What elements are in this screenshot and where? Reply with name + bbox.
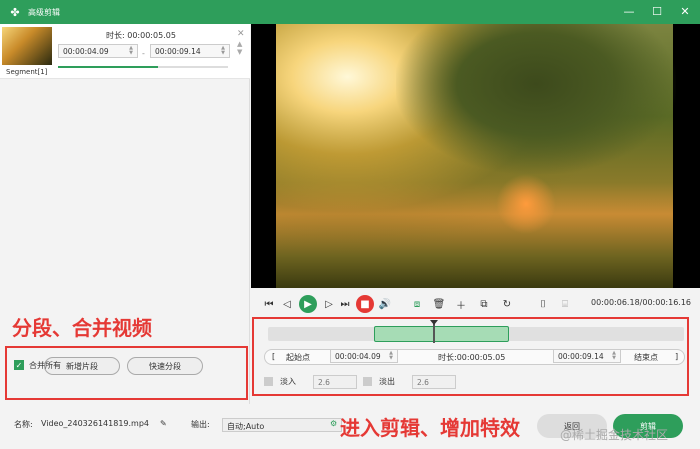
maximize-icon[interactable]: ☐ [650,4,664,18]
fade-in-input[interactable]: 2.6 [313,375,357,389]
bracket-right-icon[interactable]: ] [675,352,678,361]
end-time-field[interactable]: 00:00:09.14 ▲ ▼ [553,349,621,363]
move-down-icon[interactable]: ▼ [237,48,242,56]
annotation-right: 进入剪辑、增加特效 [340,416,520,440]
fade-in-label: 淡入 [280,377,296,386]
remove-segment-icon[interactable]: ✕ [237,29,245,39]
segment-item[interactable]: Segment[1] 时长: 00:00:05.05 00:00:04.09 ▲ ▼… [0,24,250,79]
skip-end-icon[interactable]: ⏭ [337,296,353,312]
mark-out-icon[interactable]: ⌸ [557,296,573,312]
spin-icon[interactable]: ▲ ▼ [129,46,133,56]
stop-icon[interactable]: ■ [356,295,374,313]
settings-icon[interactable]: ⚙ [330,419,337,428]
fade-out-input[interactable]: 2.6 [412,375,456,389]
output-select[interactable]: 自动;Auto [222,418,342,432]
output-label: 输出: [191,420,210,429]
move-up-icon[interactable]: ▲ [237,40,242,48]
end-point-label[interactable]: 结束点 [634,352,658,363]
name-label: 名称: [14,420,33,429]
duration-label: 时长: [106,31,125,40]
filename: Video_240326141819.mp4 [41,419,149,428]
start-point-label[interactable]: 起始点 [286,352,310,363]
start-time-field[interactable]: 00:00:04.09 ▲ ▼ [330,349,398,363]
duration-label: 时长: [438,353,457,362]
spin-icon[interactable]: ▲ ▼ [221,46,225,56]
segment-progress [58,66,228,68]
app-window: ✤ 高级剪辑 — ☐ ✕ Segment[1] 时长: 00:00:05.05 … [0,0,700,449]
merge-all-checkbox[interactable]: ✓ [14,360,24,370]
next-frame-icon[interactable]: ▷ [321,296,337,312]
playhead-marker-icon [430,320,438,325]
annotation-box-left [5,346,248,400]
volume-icon[interactable]: 🔊 [377,296,393,312]
edit-name-icon[interactable]: ✎ [160,419,167,428]
copy-icon[interactable]: ⧉ [476,296,492,312]
fade-in-checkbox[interactable] [264,377,273,386]
segment-label: Segment[1] [6,68,48,76]
prev-frame-icon[interactable]: ◁ [279,296,295,312]
segment-thumbnail [2,27,52,65]
split-icon[interactable]: ⧈ [409,296,425,312]
mark-in-icon[interactable]: ⌷ [535,296,551,312]
title-bar: ✤ 高级剪辑 — ☐ ✕ [0,0,700,24]
add-icon[interactable]: ＋ [453,296,469,312]
watermark: @稀土掘金技术社区 [560,428,669,442]
reset-icon[interactable]: ↻ [499,296,515,312]
app-logo-icon: ✤ [10,5,20,19]
annotation-left: 分段、合并视频 [12,316,152,340]
delete-icon[interactable]: 🗑 [431,296,447,312]
quick-split-button[interactable]: 快速分段 [127,357,203,375]
video-preview[interactable] [251,24,700,288]
selection-range[interactable] [374,326,509,342]
merge-all-label: 合并所有 [29,361,61,370]
segment-duration: 00:00:05.05 [127,31,176,40]
skip-start-icon[interactable]: ⏮ [261,296,277,312]
minimize-icon[interactable]: — [622,4,636,18]
segment-end-field[interactable]: 00:00:09.14 ▲ ▼ [150,44,230,58]
edit-duration: 00:00:05.05 [456,353,506,362]
fade-out-checkbox[interactable] [363,377,372,386]
bracket-left-icon[interactable]: [ [272,352,275,361]
video-frame [276,24,676,288]
segment-start-field[interactable]: 00:00:04.09 ▲ ▼ [58,44,138,58]
play-icon[interactable]: ▶ [299,295,317,313]
fade-out-label: 淡出 [379,377,395,386]
close-icon[interactable]: ✕ [678,4,692,18]
timecode-readout: 00:00:06.18/00:00:16.16 [591,298,691,307]
window-title: 高级剪辑 [28,7,60,17]
